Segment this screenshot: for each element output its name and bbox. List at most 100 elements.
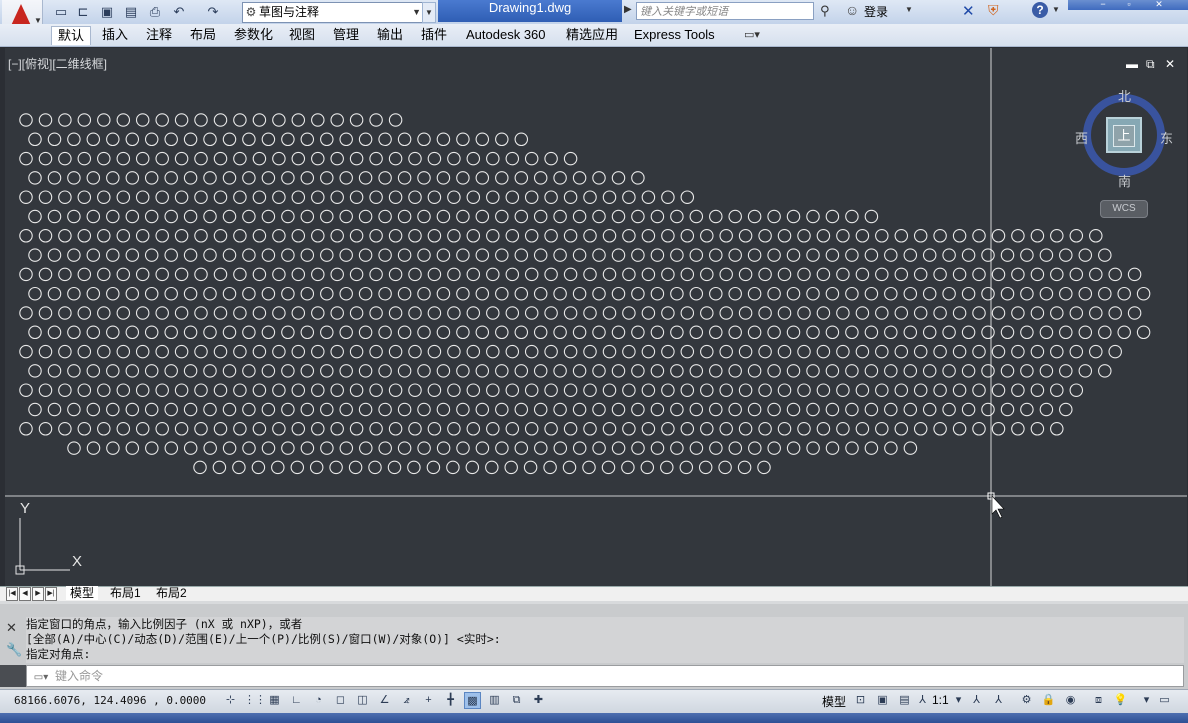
circle-entity[interactable] bbox=[330, 229, 344, 243]
circle-entity[interactable] bbox=[58, 306, 72, 320]
circle-entity[interactable] bbox=[786, 364, 801, 378]
circle-entity[interactable] bbox=[339, 441, 354, 455]
circle-entity[interactable] bbox=[38, 383, 53, 397]
circle-entity[interactable] bbox=[251, 460, 266, 475]
circle-entity[interactable] bbox=[523, 460, 538, 475]
circle-entity[interactable] bbox=[155, 306, 169, 320]
circle-entity[interactable] bbox=[311, 113, 325, 127]
circle-entity[interactable] bbox=[961, 325, 976, 340]
circle-entity[interactable] bbox=[533, 286, 548, 301]
circle-entity[interactable] bbox=[601, 460, 616, 475]
quick-view-layouts-icon[interactable]: ▣ bbox=[874, 692, 891, 709]
circle-entity[interactable] bbox=[388, 190, 403, 204]
circle-entity[interactable] bbox=[281, 171, 295, 185]
circle-entity[interactable] bbox=[836, 267, 850, 282]
circle-entity[interactable] bbox=[311, 229, 325, 243]
circle-entity[interactable] bbox=[349, 422, 364, 436]
circle-entity[interactable] bbox=[777, 267, 792, 282]
circle-entity[interactable] bbox=[183, 364, 198, 378]
circle-entity[interactable] bbox=[291, 190, 306, 204]
circle-entity[interactable] bbox=[28, 286, 42, 301]
circle-entity[interactable] bbox=[1039, 286, 1054, 301]
circle-entity[interactable] bbox=[203, 325, 217, 340]
circle-entity[interactable] bbox=[875, 344, 889, 359]
dynamic-ucs-icon[interactable]: ⦨ bbox=[398, 692, 415, 709]
circle-entity[interactable] bbox=[875, 422, 889, 436]
circle-entity[interactable] bbox=[572, 286, 587, 301]
circle-entity[interactable] bbox=[1078, 325, 1093, 340]
compass-north[interactable]: 北 bbox=[1118, 86, 1131, 105]
circle-entity[interactable] bbox=[641, 190, 656, 204]
tab-annotate[interactable]: 注释 bbox=[140, 26, 178, 44]
circle-entity[interactable] bbox=[670, 286, 684, 301]
circle-entity[interactable] bbox=[913, 229, 928, 243]
circle-entity[interactable] bbox=[242, 286, 256, 301]
circle-entity[interactable] bbox=[572, 209, 587, 224]
circle-entity[interactable] bbox=[758, 383, 772, 397]
circle-entity[interactable] bbox=[311, 383, 325, 397]
circle-entity[interactable] bbox=[311, 306, 325, 320]
circle-entity[interactable] bbox=[1030, 306, 1045, 320]
circle-entity[interactable] bbox=[47, 209, 62, 224]
circle-entity[interactable] bbox=[622, 306, 636, 320]
circle-entity[interactable] bbox=[125, 248, 140, 262]
circle-entity[interactable] bbox=[417, 286, 431, 301]
circle-entity[interactable] bbox=[233, 229, 247, 243]
circle-entity[interactable] bbox=[358, 402, 373, 417]
circle-entity[interactable] bbox=[748, 441, 762, 455]
circle-entity[interactable] bbox=[232, 460, 246, 475]
circle-entity[interactable] bbox=[242, 364, 256, 378]
circle-entity[interactable] bbox=[174, 422, 189, 436]
compass-west[interactable]: 西 bbox=[1075, 128, 1088, 147]
circle-entity[interactable] bbox=[67, 441, 81, 455]
circle-entity[interactable] bbox=[427, 190, 442, 204]
circle-entity[interactable] bbox=[97, 422, 111, 436]
circle-entity[interactable] bbox=[495, 209, 509, 224]
circle-entity[interactable] bbox=[689, 248, 704, 262]
circle-entity[interactable] bbox=[1069, 383, 1084, 397]
circle-entity[interactable] bbox=[330, 422, 344, 436]
circle-entity[interactable] bbox=[272, 422, 286, 436]
circle-entity[interactable] bbox=[544, 151, 558, 166]
circle-entity[interactable] bbox=[155, 113, 169, 127]
circle-entity[interactable] bbox=[155, 267, 169, 282]
circle-entity[interactable] bbox=[670, 248, 684, 262]
autodesk-360-icon[interactable]: ⛨ bbox=[988, 2, 999, 19]
circle-entity[interactable] bbox=[933, 306, 947, 320]
circle-entity[interactable] bbox=[183, 402, 198, 417]
circle-entity[interactable] bbox=[1059, 402, 1073, 417]
circle-entity[interactable] bbox=[650, 364, 665, 378]
circle-entity[interactable] bbox=[553, 209, 567, 224]
circle-entity[interactable] bbox=[650, 325, 665, 340]
circle-entity[interactable] bbox=[475, 402, 490, 417]
circle-entity[interactable] bbox=[261, 171, 276, 185]
circle-entity[interactable] bbox=[816, 306, 831, 320]
circle-entity[interactable] bbox=[242, 132, 256, 147]
circle-entity[interactable] bbox=[213, 383, 228, 397]
circle-entity[interactable] bbox=[514, 209, 529, 224]
circle-entity[interactable] bbox=[388, 306, 403, 320]
circle-entity[interactable] bbox=[622, 422, 636, 436]
circle-entity[interactable] bbox=[767, 402, 781, 417]
circle-entity[interactable] bbox=[514, 132, 529, 147]
circle-entity[interactable] bbox=[407, 460, 421, 475]
circle-entity[interactable] bbox=[505, 190, 520, 204]
grid-display-icon[interactable]: ▦ bbox=[266, 692, 283, 709]
circle-entity[interactable] bbox=[738, 267, 753, 282]
circle-entity[interactable] bbox=[38, 151, 53, 166]
circle-entity[interactable] bbox=[309, 460, 324, 475]
circle-entity[interactable] bbox=[272, 190, 286, 204]
circle-entity[interactable] bbox=[233, 267, 247, 282]
next-layout-icon[interactable]: ▶ bbox=[32, 587, 44, 601]
circle-entity[interactable] bbox=[631, 248, 645, 262]
circle-entity[interactable] bbox=[125, 364, 140, 378]
circle-entity[interactable] bbox=[58, 422, 72, 436]
circle-entity[interactable] bbox=[183, 171, 198, 185]
circle-entity[interactable] bbox=[797, 383, 811, 397]
circle-entity[interactable] bbox=[972, 306, 986, 320]
circle-entity[interactable] bbox=[135, 151, 150, 166]
circle-entity[interactable] bbox=[436, 364, 451, 378]
circle-entity[interactable] bbox=[922, 286, 937, 301]
circle-entity[interactable] bbox=[1030, 267, 1045, 282]
circle-entity[interactable] bbox=[747, 325, 762, 340]
